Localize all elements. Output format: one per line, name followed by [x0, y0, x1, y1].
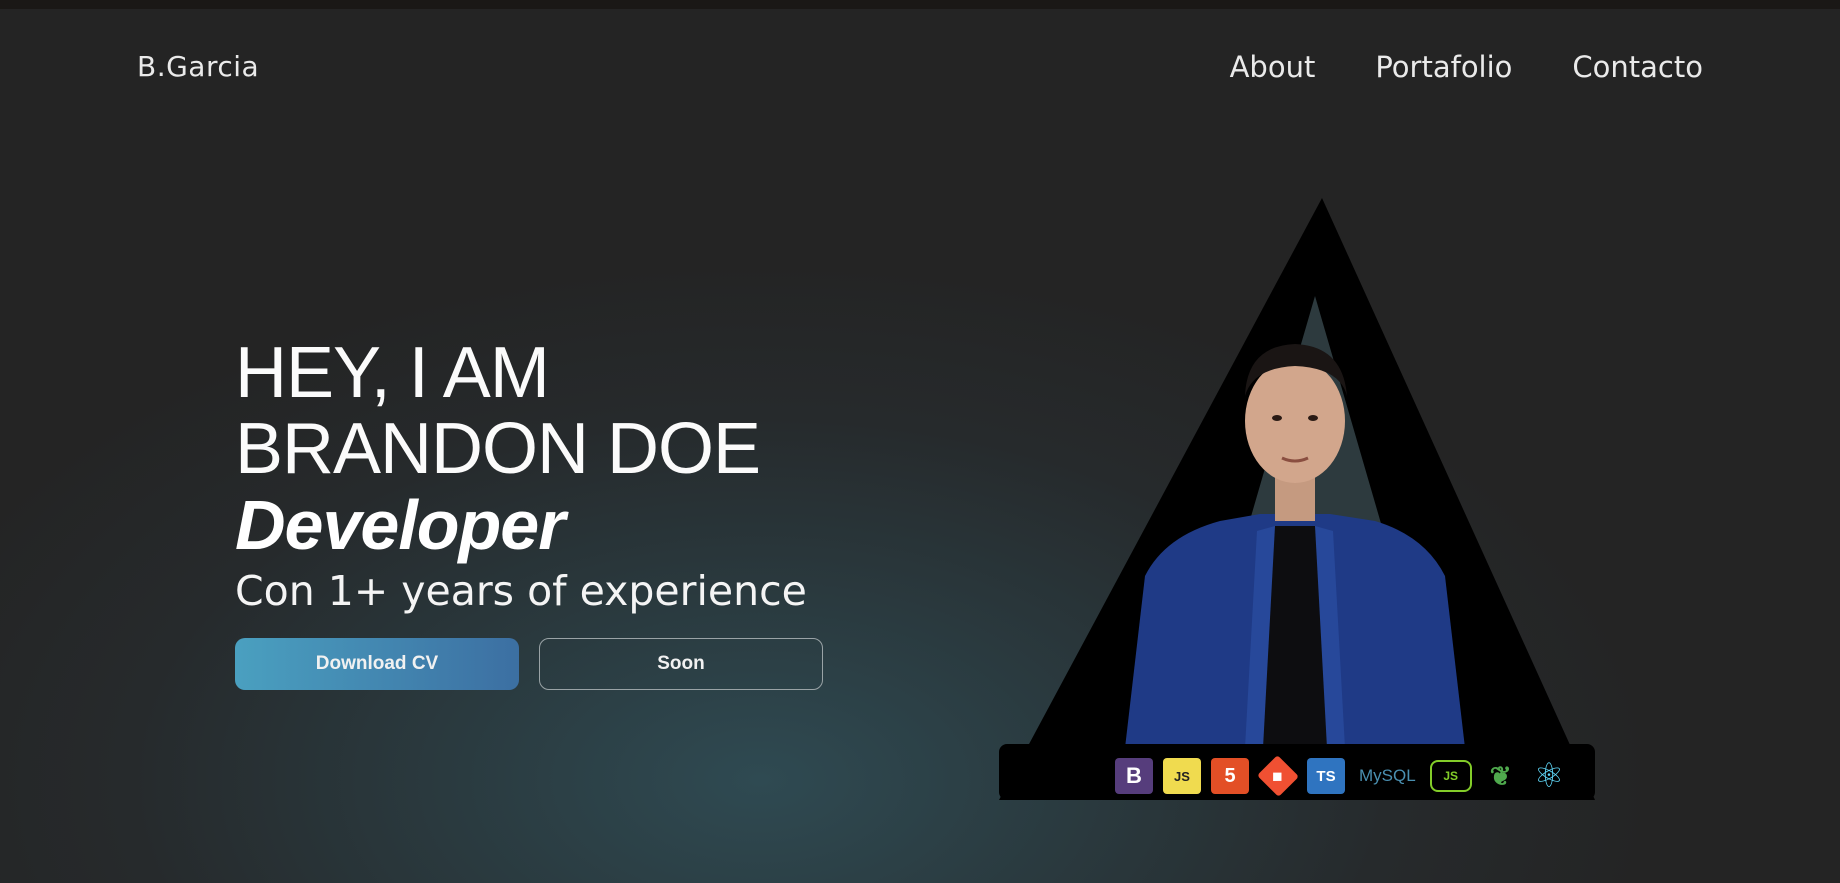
- hero-buttons: Download CV Soon: [235, 638, 823, 690]
- brand-logo[interactable]: B.Garcia: [137, 50, 259, 83]
- hero-name: BRANDON DOE: [235, 409, 761, 489]
- top-bar: [0, 0, 1840, 9]
- html5-icon: 5: [1211, 758, 1249, 794]
- soon-button[interactable]: Soon: [539, 638, 823, 690]
- git-icon: ◆: [1257, 755, 1299, 797]
- nav-about[interactable]: About: [1230, 50, 1316, 84]
- typescript-icon: TS: [1307, 758, 1345, 794]
- nav-contacto[interactable]: Contacto: [1572, 50, 1703, 84]
- hero-subtitle: Con 1+ years of experience: [235, 567, 807, 615]
- triangle-frame: [999, 198, 1595, 800]
- mysql-icon: MySQL: [1359, 766, 1416, 785]
- hero-text: HEY, I AM BRANDON DOE Developer Con 1+ y…: [235, 335, 807, 617]
- javascript-icon: JS: [1163, 758, 1201, 794]
- download-cv-button[interactable]: Download CV: [235, 638, 519, 690]
- main-nav: About Portafolio Contacto: [1230, 50, 1703, 84]
- tech-stack: B JS 5 ◆ TS MySQL JS ❦ ⚛: [1115, 755, 1568, 797]
- mongodb-icon: ❦: [1489, 760, 1512, 791]
- nodejs-icon: JS: [1429, 760, 1472, 792]
- bootstrap-icon: B: [1115, 758, 1153, 794]
- hero-role: Developer: [235, 486, 565, 564]
- profile-figure: B JS 5 ◆ TS MySQL JS ❦ ⚛: [995, 196, 1595, 806]
- hero-greeting: HEY, I AM: [235, 333, 550, 413]
- react-icon: ⚛: [1533, 757, 1565, 795]
- nav-portafolio[interactable]: Portafolio: [1375, 50, 1512, 84]
